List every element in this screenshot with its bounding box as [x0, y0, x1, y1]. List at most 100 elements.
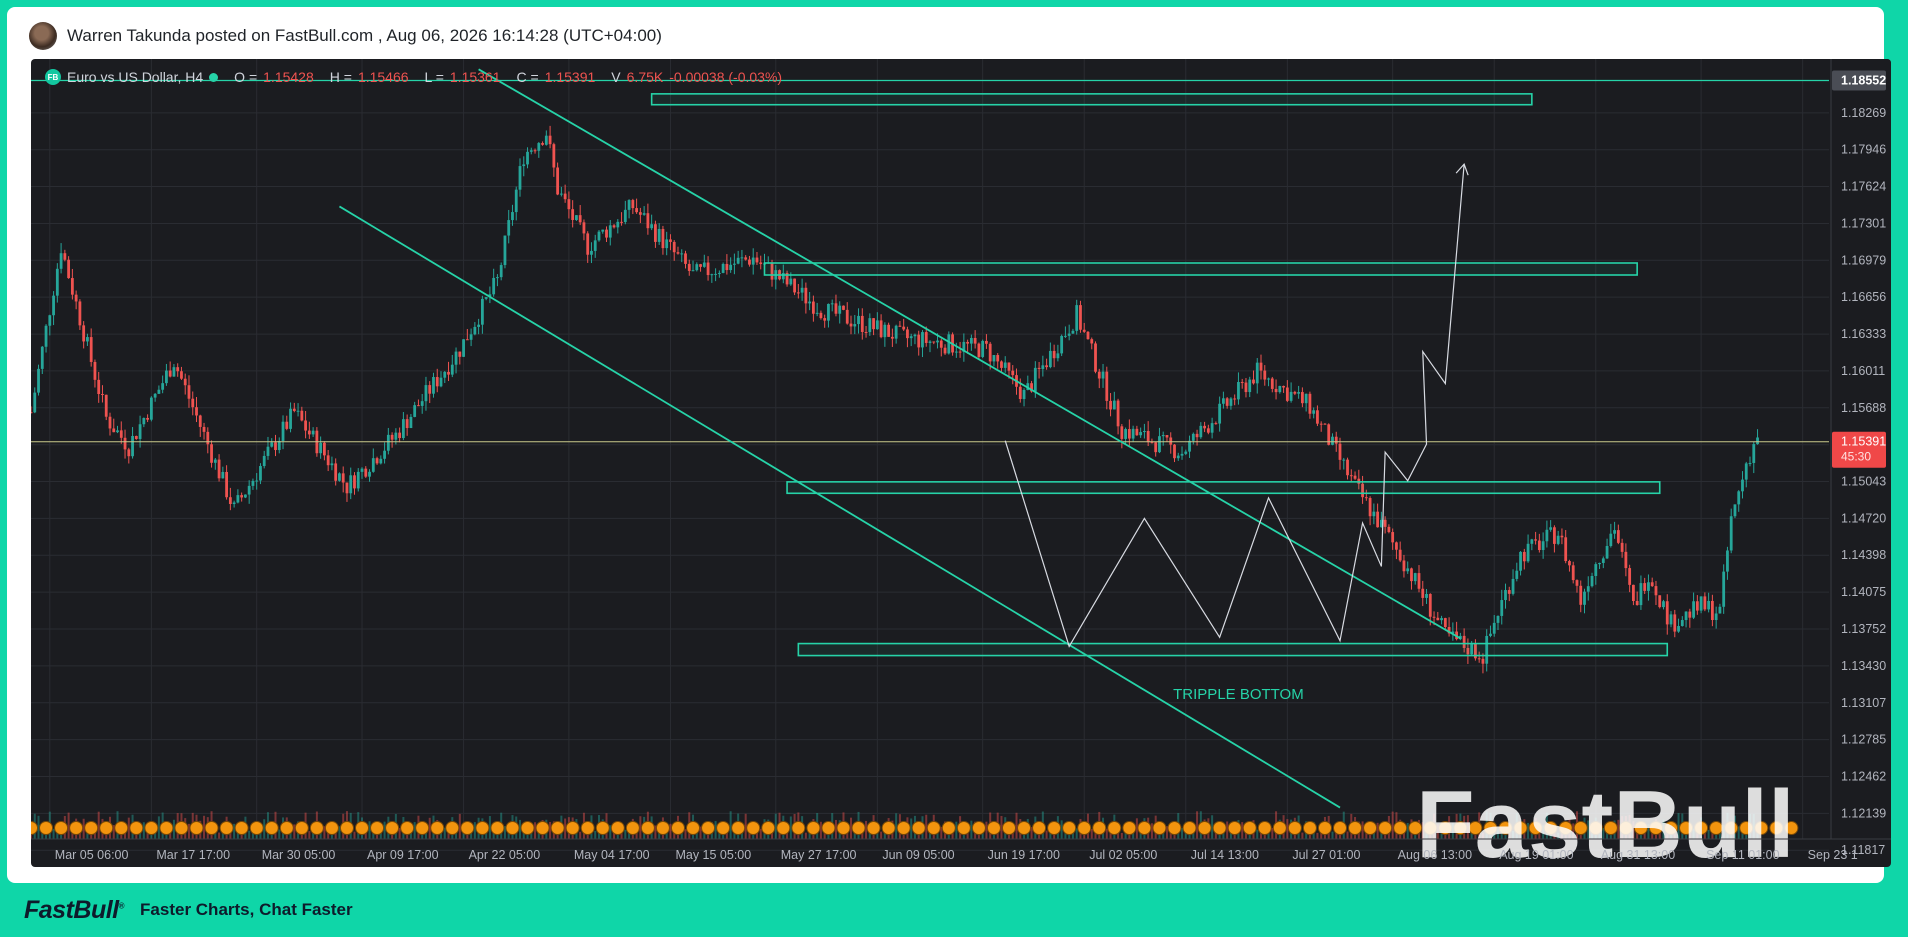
- volume-bar: [1361, 821, 1364, 839]
- candle: [1003, 356, 1007, 373]
- candle-body: [1635, 601, 1639, 606]
- candle: [176, 363, 180, 377]
- candle-body: [518, 166, 522, 190]
- candle-body: [1270, 378, 1274, 389]
- candle: [1688, 608, 1692, 628]
- candle: [360, 467, 364, 479]
- chart-panel[interactable]: TRIPPLE BOTTOMFastBull1.185521.182691.17…: [31, 59, 1891, 867]
- candle-body: [838, 305, 842, 314]
- countdown-label: 45:30: [1841, 450, 1871, 464]
- candle: [390, 432, 394, 448]
- event-marker: [324, 821, 339, 835]
- candle: [1368, 496, 1372, 526]
- price-chart[interactable]: TRIPPLE BOTTOMFastBull1.185521.182691.17…: [31, 59, 1891, 867]
- candle: [669, 234, 672, 251]
- candle: [1109, 393, 1112, 417]
- candle-body: [1274, 388, 1278, 393]
- candle: [616, 219, 620, 234]
- volume-bar: [624, 829, 627, 839]
- candle: [1244, 378, 1248, 398]
- candle: [202, 422, 206, 440]
- candle: [1556, 530, 1560, 546]
- candle-body: [1477, 658, 1481, 660]
- candle-body: [1752, 444, 1756, 463]
- event-marker: [1393, 821, 1408, 835]
- candle-body: [213, 459, 217, 463]
- time-tick-label: Mar 30 05:00: [262, 848, 336, 862]
- candle-body: [285, 421, 289, 429]
- candle: [684, 250, 687, 269]
- candle: [213, 458, 217, 470]
- candle: [1410, 567, 1413, 590]
- candle: [838, 301, 842, 324]
- symbol-title[interactable]: Euro vs US Dollar, H4: [67, 69, 203, 85]
- candle-body: [244, 494, 247, 498]
- candle-body: [1541, 541, 1545, 551]
- candle-body: [928, 341, 932, 343]
- volume-bar: [1226, 821, 1229, 839]
- candle: [1662, 599, 1665, 610]
- candle-body: [93, 361, 97, 380]
- candle: [552, 142, 556, 177]
- candle-body: [1188, 440, 1191, 452]
- candle: [830, 299, 834, 312]
- candle: [1553, 525, 1556, 553]
- candle-body: [1402, 560, 1406, 572]
- candle: [725, 254, 729, 275]
- candle: [499, 262, 503, 281]
- candle: [563, 184, 567, 203]
- avatar[interactable]: [29, 22, 57, 50]
- candle: [168, 361, 172, 378]
- candle-body: [1312, 410, 1316, 414]
- price-tick-label: 1.16656: [1841, 290, 1886, 304]
- candle-body: [37, 368, 40, 393]
- event-marker: [339, 821, 354, 835]
- volume-bar: [594, 830, 597, 839]
- candle-body: [439, 377, 443, 387]
- event-marker: [1032, 821, 1047, 835]
- price-tick-label: 1.16979: [1841, 253, 1886, 267]
- candle: [353, 472, 356, 495]
- volume-bar: [970, 820, 973, 839]
- candle-body: [1184, 451, 1188, 454]
- candle: [1643, 577, 1647, 595]
- candle-body: [736, 257, 740, 264]
- candle-body: [1703, 596, 1707, 610]
- candle-body: [1233, 398, 1237, 400]
- candle: [183, 373, 187, 395]
- candle: [676, 246, 680, 255]
- candle: [1545, 520, 1549, 548]
- candle: [654, 220, 657, 248]
- candle: [1221, 391, 1225, 409]
- volume-bar: [865, 820, 868, 839]
- candle-body: [902, 326, 906, 330]
- candle: [70, 268, 74, 300]
- candle: [849, 315, 853, 335]
- candle: [819, 310, 823, 320]
- candle-body: [1007, 362, 1011, 371]
- candle: [1413, 572, 1417, 585]
- candle: [1726, 546, 1729, 580]
- candle: [1586, 576, 1590, 601]
- candle-body: [744, 257, 748, 260]
- candle: [1451, 622, 1455, 641]
- candle: [157, 385, 161, 394]
- candle-body: [932, 341, 936, 343]
- candle-body: [134, 435, 138, 439]
- candle: [1233, 394, 1237, 406]
- candle: [548, 125, 552, 149]
- candle-body: [725, 263, 729, 271]
- event-marker: [159, 821, 174, 835]
- footer-logo[interactable]: FastBull®: [24, 896, 125, 925]
- candle: [1270, 376, 1274, 393]
- candle-body: [1334, 436, 1338, 444]
- candle-body: [1127, 429, 1131, 439]
- candle-body: [1206, 428, 1210, 433]
- candle-body: [823, 318, 827, 321]
- candle: [714, 268, 717, 282]
- price-tick-label: 1.12139: [1841, 806, 1886, 820]
- candle-body: [1173, 444, 1176, 459]
- candle-body: [1665, 601, 1669, 625]
- event-marker: [836, 821, 851, 835]
- volume-bar: [1045, 830, 1048, 839]
